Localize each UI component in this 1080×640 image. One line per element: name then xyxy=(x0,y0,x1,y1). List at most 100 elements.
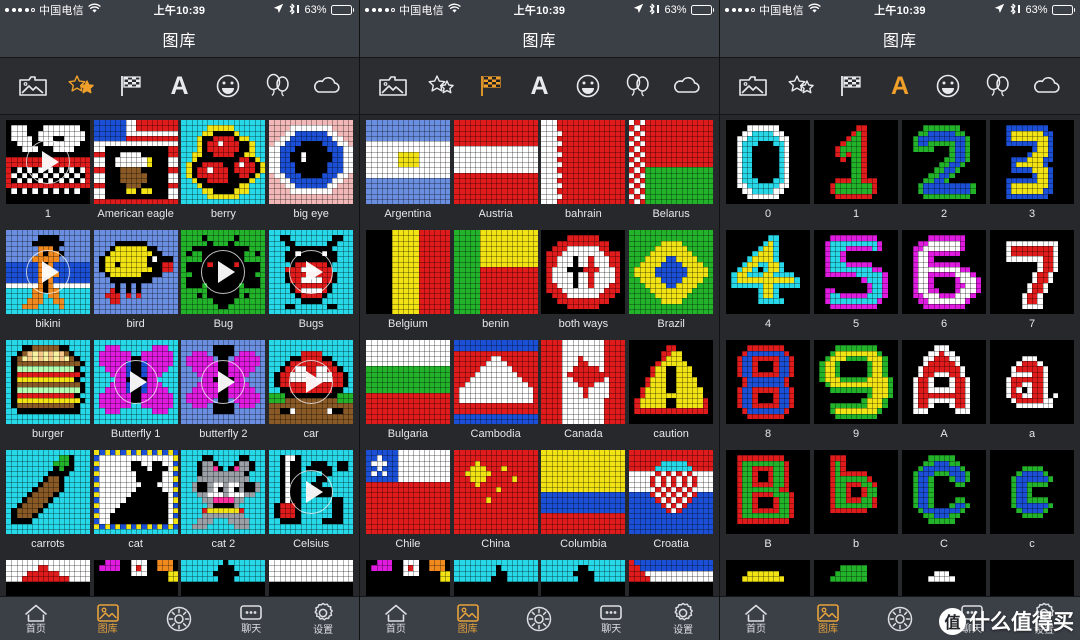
gallery-item[interactable]: Celsius xyxy=(267,447,355,557)
gallery-item[interactable]: A xyxy=(900,337,988,447)
tab-设置[interactable]: 设置 xyxy=(292,602,354,636)
gallery-item[interactable] xyxy=(900,557,988,596)
gallery-item[interactable]: carrots xyxy=(4,447,92,557)
tab-首页[interactable]: 首页 xyxy=(365,603,427,635)
tab-brightness-sun-icon[interactable] xyxy=(869,606,931,632)
gallery-item[interactable]: 0 xyxy=(724,117,812,227)
gallery-item[interactable]: cat 2 xyxy=(180,447,268,557)
gallery-item[interactable]: 8 xyxy=(724,337,812,447)
flags-category[interactable] xyxy=(474,69,508,103)
play-overlay-icon[interactable] xyxy=(201,360,246,404)
gallery-item[interactable]: 1 xyxy=(4,117,92,227)
gallery-item[interactable]: Brazil xyxy=(627,227,715,337)
tab-设置[interactable]: 设置 xyxy=(652,602,714,636)
gallery-item[interactable]: 4 xyxy=(724,227,812,337)
gallery-item[interactable] xyxy=(267,557,355,596)
gallery-item[interactable]: Bulgaria xyxy=(364,337,452,447)
gallery-item[interactable] xyxy=(988,557,1076,596)
gallery-item[interactable]: 5 xyxy=(812,227,900,337)
gallery-item[interactable]: Butterfly 1 xyxy=(92,337,180,447)
gallery-item[interactable] xyxy=(452,557,540,596)
gallery-item[interactable]: 3 xyxy=(988,117,1076,227)
gallery-item[interactable] xyxy=(180,557,268,596)
gallery-item[interactable]: berry xyxy=(180,117,268,227)
gallery-item[interactable] xyxy=(724,557,812,596)
gallery-item[interactable]: C xyxy=(900,447,988,557)
gallery-item[interactable]: b xyxy=(812,447,900,557)
tab-首页[interactable]: 首页 xyxy=(5,603,67,635)
letters-category[interactable]: A xyxy=(523,69,557,103)
photos-category[interactable] xyxy=(736,69,770,103)
balloons-category[interactable] xyxy=(621,69,655,103)
gallery-item[interactable]: Canada xyxy=(540,337,628,447)
favorites-category[interactable] xyxy=(425,69,459,103)
gallery-item[interactable]: 1 xyxy=(812,117,900,227)
gallery-item[interactable]: B xyxy=(724,447,812,557)
gallery-item[interactable]: bird xyxy=(92,227,180,337)
gallery-item[interactable]: Belarus xyxy=(627,117,715,227)
gallery-item[interactable] xyxy=(627,557,715,596)
play-overlay-icon[interactable] xyxy=(25,250,70,294)
tab-聊天[interactable]: 聊天 xyxy=(941,603,1003,635)
gallery-item[interactable] xyxy=(812,557,900,596)
gallery-item[interactable]: Columbia xyxy=(540,447,628,557)
tab-聊天[interactable]: 聊天 xyxy=(220,603,282,635)
gallery-item[interactable]: Bug xyxy=(180,227,268,337)
gallery-item[interactable]: Argentina xyxy=(364,117,452,227)
play-overlay-icon[interactable] xyxy=(289,250,334,294)
letters-category[interactable]: A xyxy=(883,69,917,103)
gallery-item[interactable]: both ways xyxy=(540,227,628,337)
gallery-item[interactable]: 6 xyxy=(900,227,988,337)
gallery-item[interactable]: 9 xyxy=(812,337,900,447)
gallery-item[interactable]: cat xyxy=(92,447,180,557)
emoji-category[interactable] xyxy=(572,69,606,103)
gallery-item[interactable]: American eagle xyxy=(92,117,180,227)
gallery-item[interactable]: c xyxy=(988,447,1076,557)
gallery-item[interactable]: car xyxy=(267,337,355,447)
tab-设置[interactable]: 设置 xyxy=(1013,602,1075,636)
gallery-item[interactable]: 7 xyxy=(988,227,1076,337)
emoji-category[interactable] xyxy=(212,69,246,103)
gallery-item[interactable]: bikini xyxy=(4,227,92,337)
gallery-item[interactable]: bahrain xyxy=(540,117,628,227)
weather-category[interactable] xyxy=(310,69,344,103)
gallery-item[interactable]: 2 xyxy=(900,117,988,227)
emoji-category[interactable] xyxy=(932,69,966,103)
flags-category[interactable] xyxy=(834,69,868,103)
weather-category[interactable] xyxy=(670,69,704,103)
gallery-item[interactable]: big eye xyxy=(267,117,355,227)
tab-图库[interactable]: 图库 xyxy=(797,603,859,635)
gallery-item[interactable]: Bugs xyxy=(267,227,355,337)
favorites-category[interactable] xyxy=(65,69,99,103)
gallery-item[interactable] xyxy=(4,557,92,596)
gallery-item[interactable]: Cambodia xyxy=(452,337,540,447)
balloons-category[interactable] xyxy=(981,69,1015,103)
photos-category[interactable] xyxy=(16,69,50,103)
letters-category[interactable]: A xyxy=(163,69,197,103)
gallery-item[interactable]: benin xyxy=(452,227,540,337)
gallery-item[interactable]: Austria xyxy=(452,117,540,227)
tab-图库[interactable]: 图库 xyxy=(437,603,499,635)
play-overlay-icon[interactable] xyxy=(289,470,334,514)
play-overlay-icon[interactable] xyxy=(289,360,334,404)
favorites-category[interactable] xyxy=(785,69,819,103)
tab-首页[interactable]: 首页 xyxy=(725,603,787,635)
play-overlay-icon[interactable] xyxy=(201,250,246,294)
balloons-category[interactable] xyxy=(261,69,295,103)
tab-图库[interactable]: 图库 xyxy=(77,603,139,635)
gallery-item[interactable] xyxy=(92,557,180,596)
gallery-item[interactable]: Croatia xyxy=(627,447,715,557)
gallery-item[interactable]: caution xyxy=(627,337,715,447)
flags-category[interactable] xyxy=(114,69,148,103)
gallery-item[interactable]: burger xyxy=(4,337,92,447)
gallery-item[interactable]: a xyxy=(988,337,1076,447)
photos-category[interactable] xyxy=(376,69,410,103)
gallery-item[interactable] xyxy=(364,557,452,596)
play-overlay-icon[interactable] xyxy=(25,140,70,184)
weather-category[interactable] xyxy=(1030,69,1064,103)
gallery-item[interactable]: China xyxy=(452,447,540,557)
tab-聊天[interactable]: 聊天 xyxy=(580,603,642,635)
gallery-item[interactable]: butterfly 2 xyxy=(180,337,268,447)
play-overlay-icon[interactable] xyxy=(113,360,158,404)
tab-brightness-sun-icon[interactable] xyxy=(508,606,570,632)
